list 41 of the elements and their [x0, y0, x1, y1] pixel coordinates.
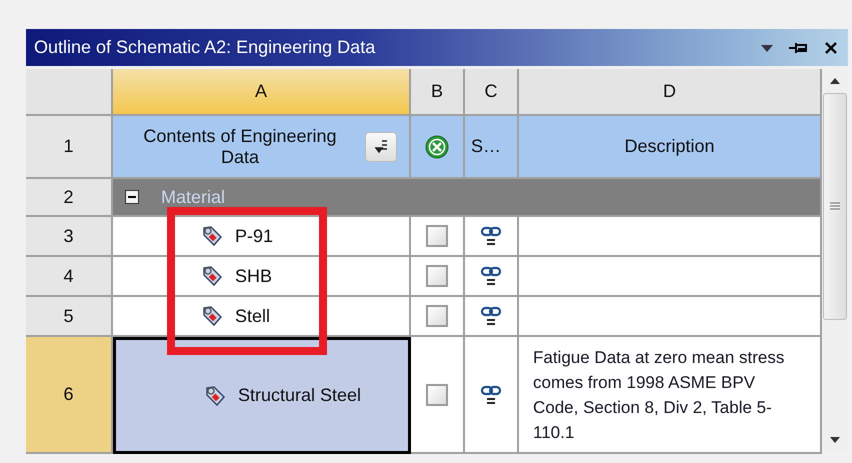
- material-name: P-91: [235, 226, 274, 246]
- row-number: 6: [26, 337, 113, 454]
- column-header[interactable]: C: [465, 69, 519, 116]
- checkbox[interactable]: [426, 225, 448, 247]
- material-name: Structural Steel: [238, 385, 362, 406]
- column-header[interactable]: D: [519, 69, 822, 116]
- table-cell[interactable]: P-91: [113, 217, 411, 257]
- checkbox[interactable]: [426, 384, 448, 406]
- row-number: 2: [26, 179, 113, 217]
- material-name: SHB: [235, 266, 272, 286]
- column-header[interactable]: A: [113, 69, 411, 116]
- close-icon[interactable]: [824, 40, 838, 54]
- filter-button[interactable]: [365, 132, 397, 162]
- table-cell[interactable]: SHB: [113, 257, 411, 297]
- table-cell: Description: [519, 116, 822, 179]
- panel-title: Outline of Schematic A2: Engineering Data: [34, 37, 376, 58]
- row-number: 1: [26, 116, 113, 179]
- category-label: Material: [161, 186, 226, 208]
- link-icon: [480, 226, 502, 246]
- row-number: 5: [26, 297, 113, 337]
- grip-icon: [830, 202, 840, 212]
- row-number: 3: [26, 217, 113, 257]
- dropdown-icon[interactable]: [760, 42, 774, 52]
- table-cell[interactable]: Structural Steel: [113, 337, 411, 454]
- scroll-up-icon[interactable]: [829, 77, 841, 85]
- collapse-toggle[interactable]: [125, 190, 139, 204]
- checkbox[interactable]: [426, 265, 448, 287]
- link-icon: [480, 384, 502, 404]
- column-title: Contents of Engineering Data: [142, 126, 338, 168]
- row-number: 4: [26, 257, 113, 297]
- scroll-thumb[interactable]: [823, 93, 847, 320]
- material-name: Stell: [235, 306, 270, 326]
- description-cell: Fatigue Data at zero mean stress comes from 1998 ASME BPV Code, Section 8, Div 2, Table 5-110.1: [519, 337, 822, 454]
- column-header[interactable]: B: [411, 69, 465, 116]
- pin-icon[interactable]: [788, 40, 810, 54]
- link-icon: [480, 306, 502, 326]
- scroll-down-icon[interactable]: [829, 436, 841, 444]
- link-icon: [480, 266, 502, 286]
- table-cell: S…: [465, 116, 519, 179]
- sort-icon: [373, 138, 389, 154]
- checkbox[interactable]: [426, 305, 448, 327]
